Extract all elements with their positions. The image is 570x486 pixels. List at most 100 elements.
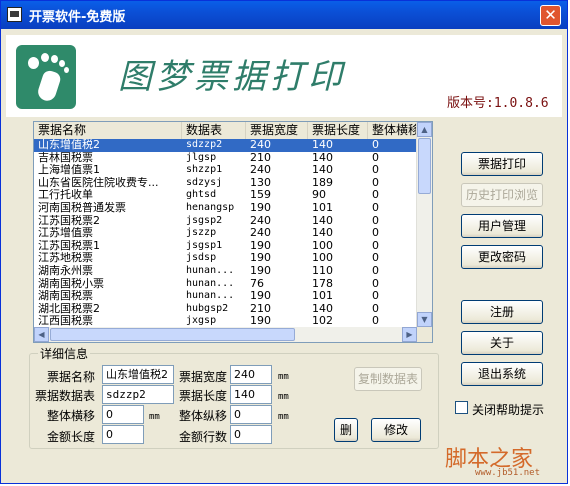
cell-width: 210 <box>250 302 271 315</box>
scroll-down-icon[interactable]: ▼ <box>417 312 432 327</box>
details-legend: 详细信息 <box>38 345 91 362</box>
change-password-button[interactable]: 更改密码 <box>461 245 543 269</box>
delete-button[interactable]: 删 <box>334 418 358 442</box>
cell-table: hunan... <box>186 290 235 302</box>
amount-length-field[interactable]: 0 <box>102 425 144 444</box>
history-browse-button[interactable]: 历史打印浏览 <box>461 183 543 207</box>
cell-name: 江苏国税票2 <box>38 214 100 227</box>
cell-shift: 0 <box>372 264 379 277</box>
cell-name: 湖南国税票 <box>38 290 93 303</box>
cell-name: 上海增值票1 <box>38 164 100 177</box>
ticket-print-button[interactable]: 票据打印 <box>461 152 543 176</box>
column-header-name[interactable]: 票据名称 <box>34 122 182 139</box>
cell-shift: 0 <box>372 214 379 227</box>
copy-table-button[interactable]: 复制数据表 <box>354 367 422 391</box>
table-row[interactable]: 河南国税普通发票 henangsp 190 101 0 <box>34 202 417 215</box>
close-help-checkbox[interactable] <box>455 401 468 414</box>
version-label: 版本号:1.0.8.6 <box>447 96 549 111</box>
cell-shift: 0 <box>372 227 379 240</box>
user-management-button[interactable]: 用户管理 <box>461 214 543 238</box>
scroll-right-icon[interactable]: ▶ <box>402 327 417 342</box>
cell-length: 100 <box>312 239 333 252</box>
label-amount-rows: 金额行数 <box>179 430 228 444</box>
cell-name: 湖北国税票2 <box>38 302 100 315</box>
title-bar: 开票软件-免费版 ✕ <box>1 1 567 29</box>
cell-table: jszzp <box>186 227 217 239</box>
scroll-up-icon[interactable]: ▲ <box>417 122 432 137</box>
column-header-length[interactable]: 票据长度 <box>308 122 368 139</box>
footprint-logo-icon <box>16 45 76 109</box>
scroll-left-icon[interactable]: ◀ <box>34 327 49 342</box>
unit-mm: mm <box>278 372 289 382</box>
cell-table: jlgsp <box>186 151 217 163</box>
vertical-scroll-thumb[interactable] <box>418 138 431 194</box>
table-row[interactable]: 江苏增值票 jszzp 240 140 0 <box>34 227 417 240</box>
cell-length: 140 <box>312 151 333 164</box>
unit-mm: mm <box>278 392 289 402</box>
cell-width: 240 <box>250 139 271 151</box>
cell-table: jsdsp <box>186 252 217 264</box>
ticket-length-field[interactable]: 140 <box>230 385 272 404</box>
horizontal-scroll-thumb[interactable] <box>50 328 295 341</box>
table-row[interactable]: 山东增值税2 sdzzp2 240 140 0 <box>34 139 417 152</box>
cell-shift: 0 <box>372 290 379 303</box>
label-ticket-name: 票据名称 <box>47 370 96 384</box>
table-row[interactable]: 湖南永州票 hunan... 190 110 0 <box>34 265 417 278</box>
modify-button[interactable]: 修改 <box>371 418 421 442</box>
cell-width: 210 <box>250 151 271 164</box>
cell-shift: 0 <box>372 302 379 315</box>
cell-name: 山东增值税2 <box>38 139 100 151</box>
unit-mm: mm <box>149 412 160 422</box>
cell-width: 240 <box>250 164 271 177</box>
data-table-field[interactable]: sdzzp2 <box>102 385 174 404</box>
table-row[interactable]: 吉林国税票 jlgsp 210 140 0 <box>34 152 417 165</box>
table-row[interactable]: 山东省医院住院收费专... sdzysj 130 189 0 <box>34 177 417 190</box>
cell-length: 140 <box>312 302 333 315</box>
column-header-table[interactable]: 数据表 <box>182 122 246 139</box>
label-ticket-width: 票据宽度 <box>179 370 228 384</box>
exit-button[interactable]: 退出系统 <box>461 362 543 386</box>
table-row[interactable]: 江苏国税票1 jsgsp1 190 100 0 <box>34 240 417 253</box>
cell-length: 110 <box>312 264 333 277</box>
cell-shift: 0 <box>372 239 379 252</box>
cell-table: henangsp <box>186 201 235 213</box>
horizontal-scrollbar[interactable]: ◀ ▶ <box>34 327 417 342</box>
cell-name: 湖南国税小票 <box>38 277 104 290</box>
unit-mm: mm <box>278 412 289 422</box>
table-row[interactable]: 工行托收单 ghtsd 159 90 0 <box>34 189 417 202</box>
list-rows: 山东增值税2 sdzzp2 240 140 0 吉林国税票 jlgsp 210 140 0 上海增值… <box>34 139 417 328</box>
cell-length: 100 <box>312 252 333 265</box>
cell-shift: 0 <box>372 151 379 164</box>
register-button[interactable]: 注册 <box>461 300 543 324</box>
ticket-name-field[interactable]: 山东增值税2 <box>102 365 174 384</box>
cell-table: sdzysj <box>186 176 223 188</box>
label-ticket-length: 票据长度 <box>179 389 228 403</box>
close-help-label[interactable]: 关闭帮助提示 <box>472 401 544 418</box>
table-row[interactable]: 湖南国税小票 hunan... 76 178 0 <box>34 278 417 291</box>
table-row[interactable]: 江苏国税票2 jsgsp2 240 140 0 <box>34 215 417 228</box>
amount-rows-field[interactable]: 0 <box>230 425 272 444</box>
ticket-list[interactable]: 票据名称 数据表 票据宽度 票据长度 整体横移 山东增值税2 sdzzp2 240 1… <box>33 121 433 343</box>
cell-name: 山东省医院住院收费专... <box>38 176 159 189</box>
cell-width: 190 <box>250 264 271 277</box>
about-button[interactable]: 关于 <box>461 331 543 355</box>
cell-length: 140 <box>312 139 333 151</box>
cell-width: 240 <box>250 227 271 240</box>
cell-width: 190 <box>250 290 271 303</box>
table-row[interactable]: 湖北国税票2 hubgsp2 210 140 0 <box>34 303 417 316</box>
table-row[interactable]: 江苏地税票 jsdsp 190 100 0 <box>34 252 417 265</box>
table-row[interactable]: 上海增值票1 shzzp1 240 140 0 <box>34 164 417 177</box>
vertical-scrollbar[interactable]: ▲ ▼ <box>416 122 432 327</box>
horizontal-shift-field[interactable]: 0 <box>102 405 144 424</box>
cell-length: 140 <box>312 214 333 227</box>
main-window: 开票软件-免费版 ✕ 图梦票据打印 版本号:1.0.8.6 票据名称 数据表 票… <box>0 0 568 484</box>
close-button[interactable]: ✕ <box>540 5 561 26</box>
table-row[interactable]: 湖南国税票 hunan... 190 101 0 <box>34 290 417 303</box>
column-header-shift[interactable]: 整体横移 <box>368 122 418 139</box>
ticket-width-field[interactable]: 240 <box>230 365 272 384</box>
vertical-shift-field[interactable]: 0 <box>230 405 272 424</box>
cell-shift: 0 <box>372 277 379 290</box>
cell-name: 工行托收单 <box>38 189 93 202</box>
column-header-width[interactable]: 票据宽度 <box>246 122 308 139</box>
cell-shift: 0 <box>372 189 379 202</box>
